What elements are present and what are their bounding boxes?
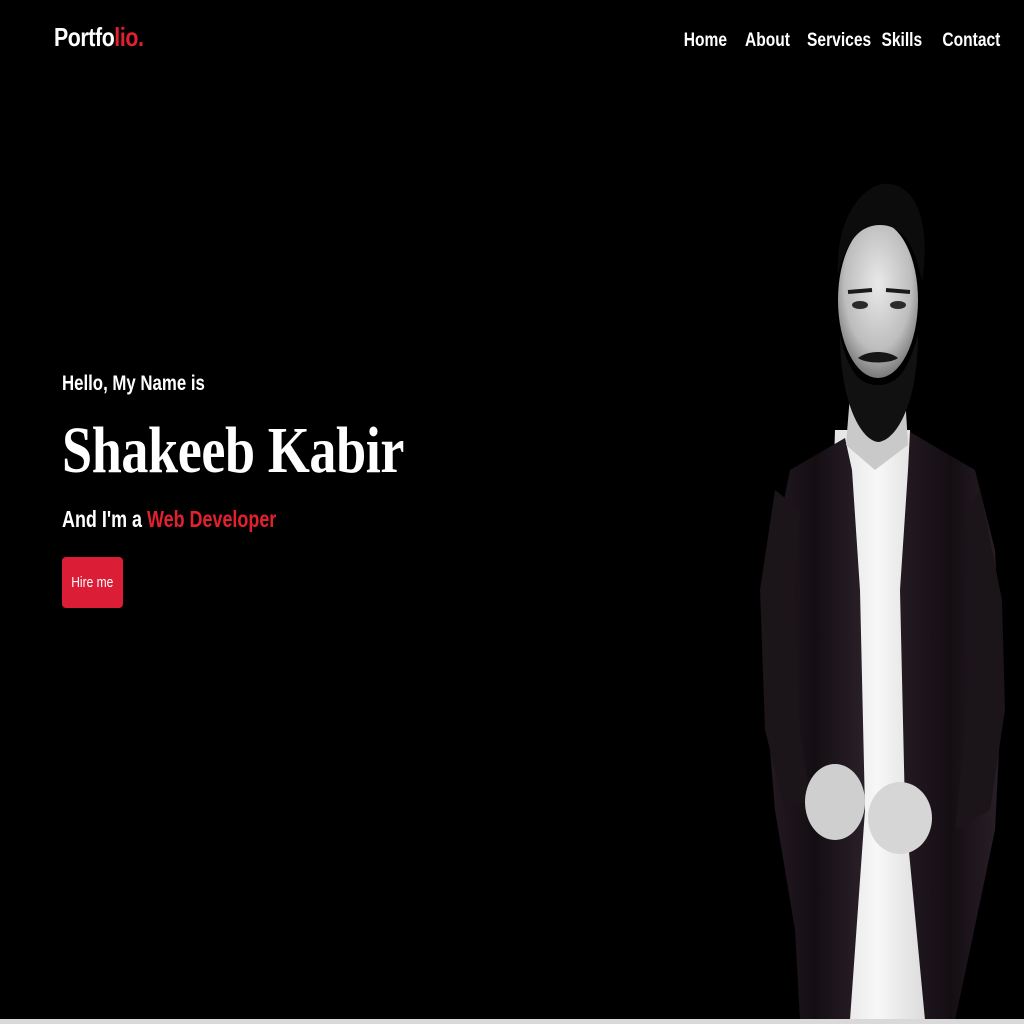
logo-part-white: Portfo bbox=[54, 22, 115, 52]
hero-role-line: And I'm a Web Developer bbox=[62, 506, 276, 533]
navbar: Portfolio. Home About Services Skills Co… bbox=[0, 0, 1024, 84]
hire-me-button[interactable]: Hire me bbox=[62, 557, 123, 608]
hero-role: Web Developer bbox=[147, 506, 277, 532]
hero-role-prefix: And I'm a bbox=[62, 506, 143, 532]
nav-home-link[interactable]: Home bbox=[684, 30, 727, 52]
portfolio-page: Portfolio. Home About Services Skills Co… bbox=[0, 0, 1024, 1024]
hero-greeting: Hello, My Name is bbox=[62, 372, 205, 395]
hero-name: Shakeeb Kabir bbox=[62, 414, 405, 487]
nav-services-link[interactable]: Services bbox=[807, 30, 871, 52]
nav-contact-link[interactable]: Contact bbox=[942, 30, 1000, 52]
bottom-divider bbox=[0, 1019, 1024, 1024]
person-portrait-photo bbox=[760, 183, 1005, 1020]
nav-about-link[interactable]: About bbox=[745, 30, 790, 52]
hire-me-label: Hire me bbox=[71, 574, 114, 591]
logo-part-red: lio. bbox=[114, 22, 144, 52]
logo[interactable]: Portfolio. bbox=[54, 22, 144, 53]
nav-skills-link[interactable]: Skills bbox=[881, 30, 922, 52]
